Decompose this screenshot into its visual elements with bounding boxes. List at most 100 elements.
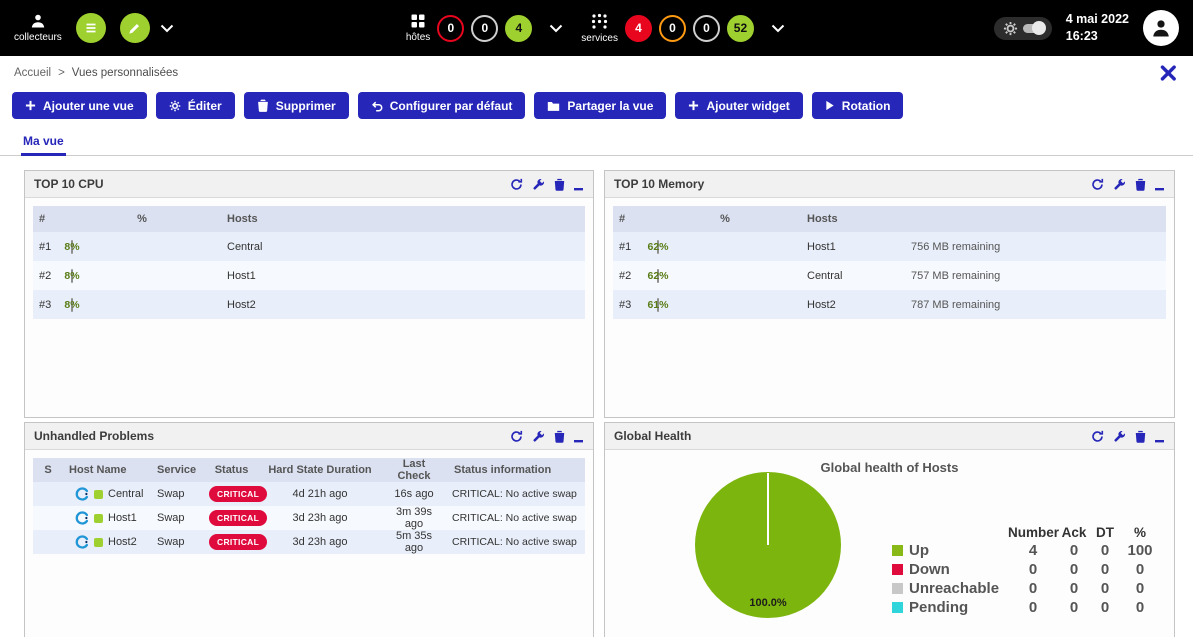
- cpu-table: # % Hosts #1 8% Central #2 8% Host1 #3 8…: [33, 206, 585, 319]
- host-link[interactable]: Central: [108, 488, 143, 500]
- add-widget-button[interactable]: Ajouter widget: [675, 92, 802, 119]
- up-color-swatch: [892, 545, 903, 556]
- folder-icon: [547, 100, 560, 112]
- wrench-icon[interactable]: [532, 430, 545, 443]
- collectors-label: collecteurs: [14, 32, 62, 43]
- default-config-button[interactable]: Configurer par défaut: [358, 92, 526, 119]
- view-tabs: Ma vue: [0, 129, 1193, 156]
- services-ok-badge[interactable]: 52: [727, 15, 754, 42]
- host-link[interactable]: Host2: [801, 299, 905, 311]
- list-icon: [84, 21, 98, 35]
- cpu-usage-bar: 8%: [71, 240, 73, 254]
- cpu-row: #2 8% Host1: [33, 261, 585, 290]
- trash-icon[interactable]: [1135, 178, 1146, 191]
- hard-state-duration: 3d 23h ago: [260, 536, 380, 548]
- wrench-icon[interactable]: [1113, 178, 1126, 191]
- host-up-icon: [94, 514, 103, 523]
- minimize-icon[interactable]: [1155, 430, 1165, 443]
- centreon-logo-icon: [75, 487, 89, 501]
- refresh-icon[interactable]: [510, 430, 523, 443]
- problem-row[interactable]: Central Swap CRITICAL 4d 21h ago 16s ago…: [33, 482, 585, 506]
- wrench-icon[interactable]: [1113, 430, 1126, 443]
- widget-title: Unhandled Problems: [34, 429, 154, 443]
- memory-row: #2 62% Central 757 MB remaining: [613, 261, 1166, 290]
- rotation-button[interactable]: Rotation: [812, 92, 904, 119]
- hosts-health-pie-chart: 100.0%: [695, 472, 841, 618]
- minimize-icon[interactable]: [574, 178, 584, 191]
- host-link[interactable]: Central: [221, 241, 585, 253]
- refresh-icon[interactable]: [510, 178, 523, 191]
- tab-ma-vue[interactable]: Ma vue: [21, 129, 66, 156]
- host-link[interactable]: Host1: [108, 512, 137, 524]
- hosts-status-group: hôtes 0 0 4: [406, 13, 563, 43]
- host-link[interactable]: Host2: [221, 299, 585, 311]
- display-settings-toggle[interactable]: [994, 17, 1052, 40]
- memory-usage-bar: 62%: [657, 240, 659, 254]
- status-badge: CRITICAL: [209, 486, 267, 502]
- widget-unhandled-body: S Host Name Service Status Hard State Du…: [25, 450, 593, 637]
- host-link[interactable]: Host1: [221, 270, 585, 282]
- widget-title: TOP 10 Memory: [614, 177, 704, 191]
- hosts-chevron-down-icon[interactable]: [549, 24, 563, 33]
- share-view-button[interactable]: Partager la vue: [534, 92, 666, 119]
- down-color-swatch: [892, 564, 903, 575]
- memory-table: # % Hosts #1 62% Host1 756 MB remaining …: [613, 206, 1166, 319]
- services-warning-badge[interactable]: 0: [659, 15, 686, 42]
- edit-view-button[interactable]: Éditer: [156, 92, 235, 119]
- user-avatar[interactable]: [1143, 10, 1179, 46]
- breadcrumb-home-link[interactable]: Accueil: [14, 67, 51, 79]
- delete-view-button[interactable]: Supprimer: [244, 92, 349, 119]
- memory-remaining: 757 MB remaining: [905, 270, 1166, 282]
- play-icon: [825, 100, 835, 111]
- widget-top-cpu-header: TOP 10 CPU: [25, 171, 593, 198]
- trash-icon[interactable]: [554, 178, 565, 191]
- service-link[interactable]: Swap: [151, 512, 203, 524]
- service-link[interactable]: Swap: [151, 488, 203, 500]
- problem-row[interactable]: Host2 Swap CRITICAL 3d 23h ago 5m 35s ag…: [33, 530, 585, 554]
- legend-row: Up 4 0 0 100: [892, 541, 1160, 560]
- minimize-icon[interactable]: [1155, 178, 1165, 191]
- toggle-knob: [1023, 24, 1043, 33]
- services-label: services: [581, 33, 618, 44]
- dashboard-grid: TOP 10 CPU # % Hosts #1 8% Central: [0, 156, 1193, 637]
- current-time: 16:23: [1066, 28, 1129, 45]
- services-unknown-badge[interactable]: 0: [693, 15, 720, 42]
- refresh-icon[interactable]: [1091, 430, 1104, 443]
- services-menu[interactable]: services: [581, 13, 618, 44]
- cpu-usage-bar: 8%: [71, 298, 73, 312]
- wrench-icon[interactable]: [532, 178, 545, 191]
- trash-icon[interactable]: [554, 430, 565, 443]
- services-chevron-down-icon[interactable]: [771, 24, 785, 33]
- collectors-chevron-down-icon[interactable]: [160, 24, 174, 33]
- breadcrumb-current: Vues personnalisées: [72, 67, 178, 79]
- pollers-list-button[interactable]: [76, 13, 106, 43]
- widget-unhandled-problems: Unhandled Problems S Host Name Service S…: [24, 422, 594, 637]
- cpu-row: #3 8% Host2: [33, 290, 585, 319]
- hosts-menu[interactable]: hôtes: [406, 13, 430, 43]
- last-check: 5m 35s ago: [380, 530, 448, 554]
- hard-state-duration: 3d 23h ago: [260, 512, 380, 524]
- services-critical-badge[interactable]: 4: [625, 15, 652, 42]
- host-link[interactable]: Host2: [108, 536, 137, 548]
- problem-row[interactable]: Host1 Swap CRITICAL 3d 23h ago 3m 39s ag…: [33, 506, 585, 530]
- widget-top-memory-header: TOP 10 Memory: [605, 171, 1174, 198]
- crossed-tools-icon[interactable]: [1157, 62, 1179, 84]
- trash-icon[interactable]: [1135, 430, 1146, 443]
- hosts-up-badge[interactable]: 4: [505, 15, 532, 42]
- pollers-edit-button[interactable]: [120, 13, 150, 43]
- service-link[interactable]: Swap: [151, 536, 203, 548]
- collectors-menu[interactable]: collecteurs: [14, 13, 62, 43]
- top-bar: collecteurs hôtes 0 0 4 ser: [0, 0, 1193, 56]
- widget-top-cpu: TOP 10 CPU # % Hosts #1 8% Central: [24, 170, 594, 418]
- last-check: 16s ago: [380, 488, 448, 500]
- hard-state-duration: 4d 21h ago: [260, 488, 380, 500]
- minimize-icon[interactable]: [574, 430, 584, 443]
- memory-remaining: 787 MB remaining: [905, 299, 1166, 311]
- add-view-button[interactable]: Ajouter une vue: [12, 92, 147, 119]
- cpu-usage-bar: 8%: [71, 269, 73, 283]
- hosts-unreachable-badge[interactable]: 0: [471, 15, 498, 42]
- host-link[interactable]: Central: [801, 270, 905, 282]
- hosts-down-badge[interactable]: 0: [437, 15, 464, 42]
- refresh-icon[interactable]: [1091, 178, 1104, 191]
- host-link[interactable]: Host1: [801, 241, 905, 253]
